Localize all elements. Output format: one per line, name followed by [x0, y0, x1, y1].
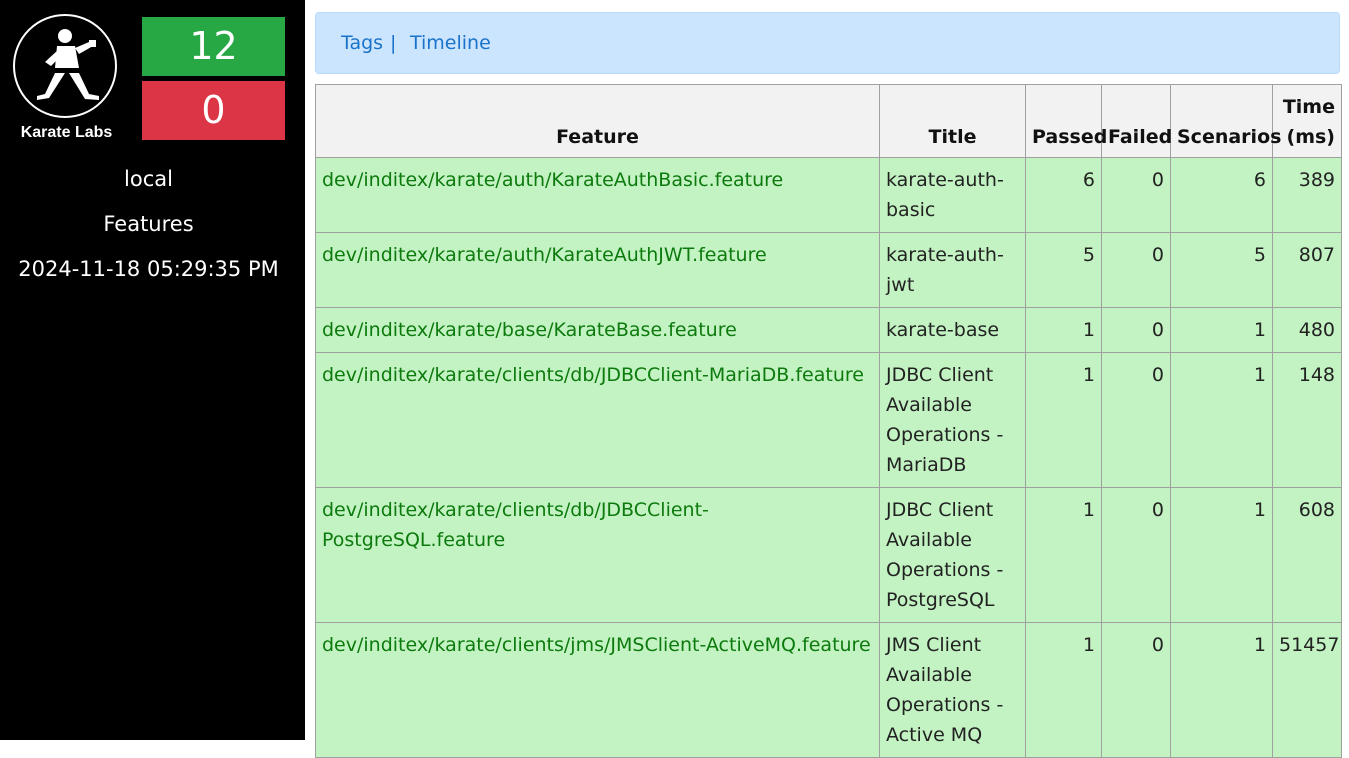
header-feature[interactable]: Feature [315, 84, 880, 158]
feature-title: JDBC Client Available Operations - Maria… [879, 352, 1026, 488]
time-cell: 480 [1272, 307, 1342, 353]
nav-tags-link[interactable]: Tags [341, 32, 383, 54]
failed-cell: 0 [1101, 352, 1171, 488]
passed-cell: 1 [1025, 622, 1102, 758]
karate-logo[interactable] [13, 14, 117, 118]
scenarios-cell: 1 [1170, 487, 1273, 623]
table-header-row: Feature Title Passed Failed Scenarios Ti… [315, 84, 1342, 158]
scenarios-cell: 1 [1170, 352, 1273, 488]
failed-cell: 0 [1101, 307, 1171, 353]
feature-link[interactable]: dev/inditex/karate/auth/KarateAuthBasic.… [315, 157, 880, 233]
nav-separator: | [390, 32, 397, 54]
passed-cell: 5 [1025, 232, 1102, 308]
sidebar: Karate Labs 12 0 local Features 2024-11-… [0, 0, 305, 740]
passed-cell: 6 [1025, 157, 1102, 233]
time-cell: 51457 [1272, 622, 1342, 758]
feature-title: JMS Client Available Operations - Active… [879, 622, 1026, 758]
feature-link[interactable]: dev/inditex/karate/base/KarateBase.featu… [315, 307, 880, 353]
scenarios-cell: 1 [1170, 307, 1273, 353]
time-cell: 148 [1272, 352, 1342, 488]
scenarios-cell: 5 [1170, 232, 1273, 308]
failed-cell: 0 [1101, 487, 1171, 623]
feature-link[interactable]: dev/inditex/karate/clients/db/JDBCClient… [315, 487, 880, 623]
feature-link[interactable]: dev/inditex/karate/clients/jms/JMSClient… [315, 622, 880, 758]
header-scenarios[interactable]: Scenarios [1170, 84, 1281, 158]
time-cell: 389 [1272, 157, 1342, 233]
table-row: dev/inditex/karate/base/KarateBase.featu… [315, 307, 1342, 353]
table-row: dev/inditex/karate/auth/KarateAuthBasic.… [315, 157, 1342, 233]
feature-title: karate-auth-basic [879, 157, 1026, 233]
time-cell: 608 [1272, 487, 1342, 623]
table-row: dev/inditex/karate/clients/db/JDBCClient… [315, 487, 1342, 623]
feature-link[interactable]: dev/inditex/karate/auth/KarateAuthJWT.fe… [315, 232, 880, 308]
feature-title: karate-base [879, 307, 1026, 353]
table-row: dev/inditex/karate/auth/KarateAuthJWT.fe… [315, 232, 1342, 308]
karate-fighter-icon [37, 29, 99, 100]
passed-cell: 1 [1025, 307, 1102, 353]
header-passed[interactable]: Passed [1025, 84, 1107, 158]
failed-count: 0 [142, 81, 285, 140]
failed-cell: 0 [1101, 622, 1171, 758]
logo-text: Karate Labs [20, 124, 113, 141]
features-link[interactable]: Features [0, 212, 297, 236]
failed-cell: 0 [1101, 232, 1171, 308]
passed-cell: 1 [1025, 352, 1102, 488]
header-title[interactable]: Title [879, 84, 1026, 158]
table-row: dev/inditex/karate/clients/db/JDBCClient… [315, 352, 1342, 488]
nav-timeline-link[interactable]: Timeline [410, 32, 491, 54]
passed-cell: 1 [1025, 487, 1102, 623]
feature-link[interactable]: dev/inditex/karate/clients/db/JDBCClient… [315, 352, 880, 488]
time-cell: 807 [1272, 232, 1342, 308]
feature-title: karate-auth-jwt [879, 232, 1026, 308]
report-datetime: 2024-11-18 05:29:35 PM [18, 257, 279, 281]
features-table: Feature Title Passed Failed Scenarios Ti… [315, 84, 1342, 758]
scenarios-cell: 1 [1170, 622, 1273, 758]
environment-label: local [124, 167, 173, 191]
feature-title: JDBC Client Available Operations - Postg… [879, 487, 1026, 623]
table-row: dev/inditex/karate/clients/jms/JMSClient… [315, 622, 1342, 758]
header-time[interactable]: Time (ms) [1272, 84, 1342, 158]
passed-count: 12 [142, 17, 285, 76]
scenarios-cell: 6 [1170, 157, 1273, 233]
failed-cell: 0 [1101, 157, 1171, 233]
top-nav: Tags | Timeline [315, 12, 1340, 74]
header-failed[interactable]: Failed [1101, 84, 1172, 158]
